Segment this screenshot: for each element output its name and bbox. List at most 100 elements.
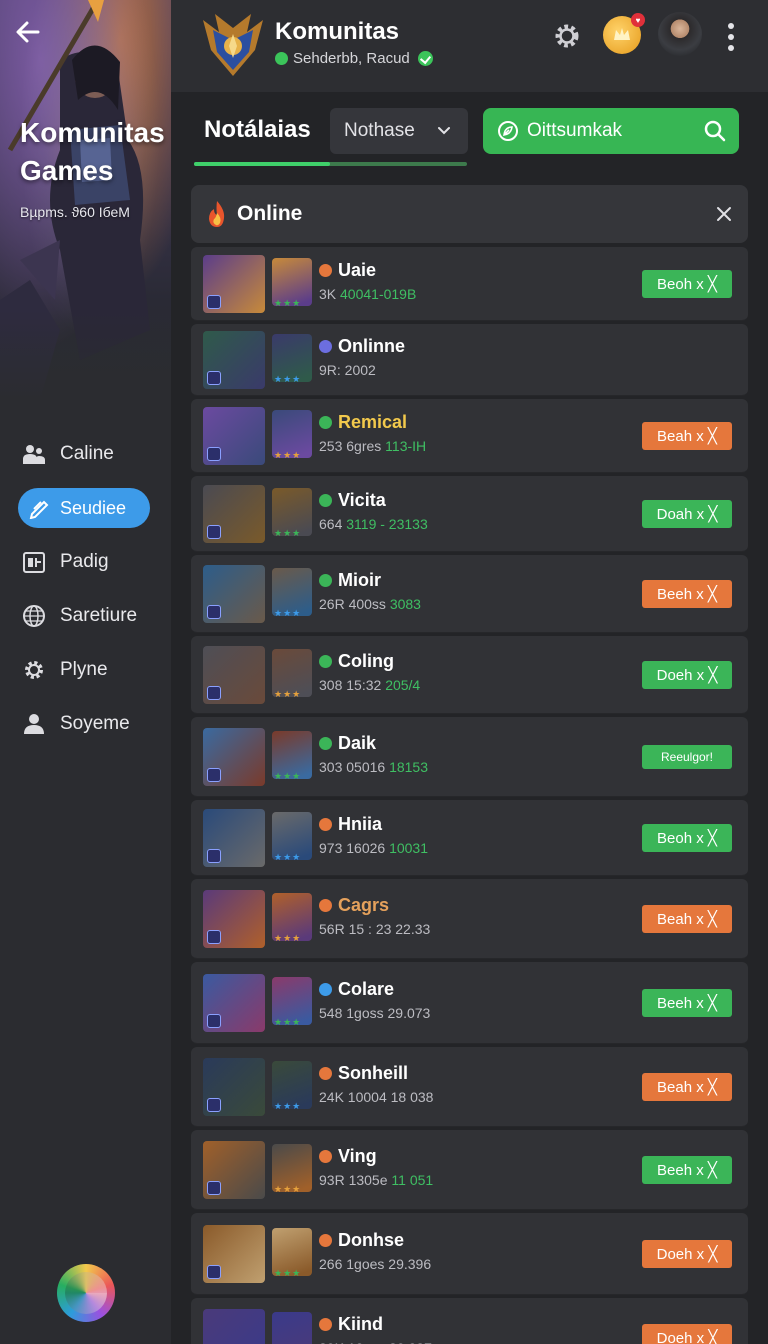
status-dot-icon <box>319 1150 332 1163</box>
rating-stars-icon: ★★★ <box>274 298 302 308</box>
join-button[interactable]: Beeh x ╳ <box>642 1156 732 1184</box>
filter-bar: Notálaias Nothase Oittsumkak <box>171 92 768 174</box>
rating-stars-icon: ★★★ <box>274 450 302 460</box>
sidebar-item-seudiee[interactable]: Seudiee <box>18 488 150 528</box>
sidebar-item-plyne[interactable]: Plyne <box>0 650 171 690</box>
list-item[interactable]: ★★★Kiind29K 10oss 29.037 Doeh x ╳ <box>191 1298 748 1344</box>
game-meta-highlight: 10031 <box>389 840 429 856</box>
join-button[interactable]: Beeh x ╳ <box>642 989 732 1017</box>
settings-button[interactable] <box>547 16 587 56</box>
rating-stars-icon: ★★★ <box>274 1101 302 1111</box>
list-item[interactable]: ★★★ Sonheill 24K 10004 18 038 Beah x ╳ <box>191 1047 748 1127</box>
game-name: Kiind <box>338 1314 383 1334</box>
list-item[interactable]: ★★★ Cagrs 56R 15 : 23 22.33 Beah x ╳ <box>191 879 748 959</box>
close-button[interactable] <box>712 202 736 226</box>
platform-tag-icon <box>207 1098 221 1112</box>
sidebar-item-saretiure[interactable]: Saretiure <box>0 596 171 636</box>
app-logo[interactable] <box>57 1264 115 1322</box>
game-meta-highlight: 3083 <box>389 596 421 612</box>
list-item[interactable]: ★★★ Daik 303 05016 18153 Reeulgor! <box>191 717 748 797</box>
rating-stars-icon: ★★★ <box>274 528 302 538</box>
more-options-icon[interactable] <box>721 20 741 54</box>
status-dot-icon <box>319 983 332 996</box>
platform-tag-icon <box>207 1181 221 1195</box>
notification-badge: ♥ <box>631 13 645 27</box>
rewards-button[interactable]: ♥ <box>603 13 645 54</box>
join-button[interactable]: Doeh x ╳ <box>642 1324 732 1344</box>
game-name: Remical <box>338 412 408 432</box>
game-meta-highlight: 205/4 <box>385 677 421 693</box>
platform-tag-icon <box>207 768 221 782</box>
join-button[interactable]: Doeh x ╳ <box>642 661 732 689</box>
sidebar-item-caline[interactable]: Caline <box>0 434 171 474</box>
list-item[interactable]: ★★★ Ving 93R 1305e 11 051 Beeh x ╳ <box>191 1130 748 1210</box>
list-item[interactable]: ★★★ Coling 308 15:32 205/4 Doeh x ╳ <box>191 636 748 714</box>
back-button[interactable] <box>14 18 48 52</box>
join-button[interactable]: Beah x ╳ <box>642 905 732 933</box>
platform-tag-icon <box>207 849 221 863</box>
sort-dropdown[interactable]: Nothase <box>330 108 468 154</box>
sidebar: Komunitas Games Bµpms. ϑ60 ІбеМ Caline S… <box>0 0 171 1344</box>
join-button[interactable]: Beeh x ╳ <box>642 580 732 608</box>
flame-icon <box>205 200 229 228</box>
list-item[interactable]: ★★★ Onlinne 9R: 2002 <box>191 324 748 396</box>
game-meta: 26R 400ss <box>319 596 386 612</box>
join-button[interactable]: Doah x ╳ <box>642 500 732 528</box>
list-item[interactable]: ★★★ Uaie 3K 40041-019B Beoh x ╳ <box>191 247 748 321</box>
game-meta: 303 05016 <box>319 759 386 775</box>
rating-stars-icon: ★★★ <box>274 689 302 699</box>
join-button[interactable]: Beoh x ╳ <box>642 824 732 852</box>
tab-notalaias[interactable]: Notálaias <box>204 116 311 144</box>
user-icon <box>22 712 46 736</box>
list-item[interactable]: ★★★ Vicita 664 3119 - 23133 Doah x ╳ <box>191 476 748 552</box>
list-item[interactable]: ★★★ Remical 253 6gres 113-IH Beah x ╳ <box>191 399 748 473</box>
status-dot-icon <box>319 264 332 277</box>
game-thumbnail <box>203 728 265 786</box>
gear-icon <box>555 24 579 48</box>
join-button[interactable]: Doeh x ╳ <box>642 1240 732 1268</box>
rating-stars-icon: ★★★ <box>274 1184 302 1194</box>
status-dot-icon <box>319 737 332 750</box>
game-meta: 56R 15 : 23 22.33 <box>319 921 431 937</box>
platform-tag-icon <box>207 525 221 539</box>
top-header: Komunitas Sehderbb, Racud ♥ <box>171 0 768 92</box>
sidebar-item-soyeme[interactable]: Soyeme <box>0 704 171 744</box>
list-item[interactable]: ★★★ Colare 548 1goss 29.073 Beeh x ╳ <box>191 962 748 1044</box>
section-title: Online <box>237 202 303 225</box>
list-item[interactable]: ★★★ Mioir 26R 400ss 3083 Beeh x ╳ <box>191 555 748 633</box>
game-meta: 664 <box>319 516 343 532</box>
status-dot-icon <box>319 1234 332 1247</box>
game-meta: 93R 1305e <box>319 1172 388 1188</box>
rating-stars-icon: ★★★ <box>274 608 302 618</box>
list-item[interactable]: ★★★ Hniia 973 16026 10031 Beoh x ╳ <box>191 800 748 876</box>
sidebar-item-label: Saretiure <box>60 605 138 626</box>
game-name: Onlinne <box>338 336 405 356</box>
game-meta-highlight: 11 051 <box>391 1172 434 1188</box>
avatar[interactable] <box>658 12 702 56</box>
game-meta: 266 1goes 29.396 <box>319 1256 432 1272</box>
game-name: Cagrs <box>338 895 390 915</box>
sidebar-item-padig[interactable]: Padig <box>0 542 171 582</box>
verified-icon <box>417 51 433 66</box>
game-thumbnail <box>203 890 265 948</box>
search-input[interactable]: Oittsumkak <box>483 108 739 154</box>
rating-stars-icon: ★★★ <box>274 933 302 943</box>
game-thumbnail <box>203 1309 265 1344</box>
game-thumbnail <box>203 485 265 543</box>
join-button[interactable]: Beah x ╳ <box>642 422 732 450</box>
online-section-header: Online <box>191 185 748 243</box>
join-button[interactable]: Beoh x ╳ <box>642 270 732 298</box>
join-button[interactable]: Beah x ╳ <box>642 1073 732 1101</box>
status-dot-icon <box>319 655 332 668</box>
join-button[interactable]: Reeulgor! <box>642 745 732 769</box>
sidebar-item-label: Soyeme <box>60 713 130 734</box>
status-dot-icon <box>319 340 332 353</box>
status-dot-icon <box>319 1318 332 1331</box>
community-title: Komunitas Games <box>20 117 165 186</box>
tab-indicator <box>194 162 330 166</box>
character-icon <box>272 1312 312 1344</box>
game-meta-highlight: 113-IH <box>385 438 427 454</box>
list-item[interactable]: ★★★ Donhse 266 1goes 29.396 Doeh x ╳ <box>191 1213 748 1295</box>
status-text: Sehderbb, Racud <box>293 50 410 67</box>
status-dot-icon <box>319 494 332 507</box>
